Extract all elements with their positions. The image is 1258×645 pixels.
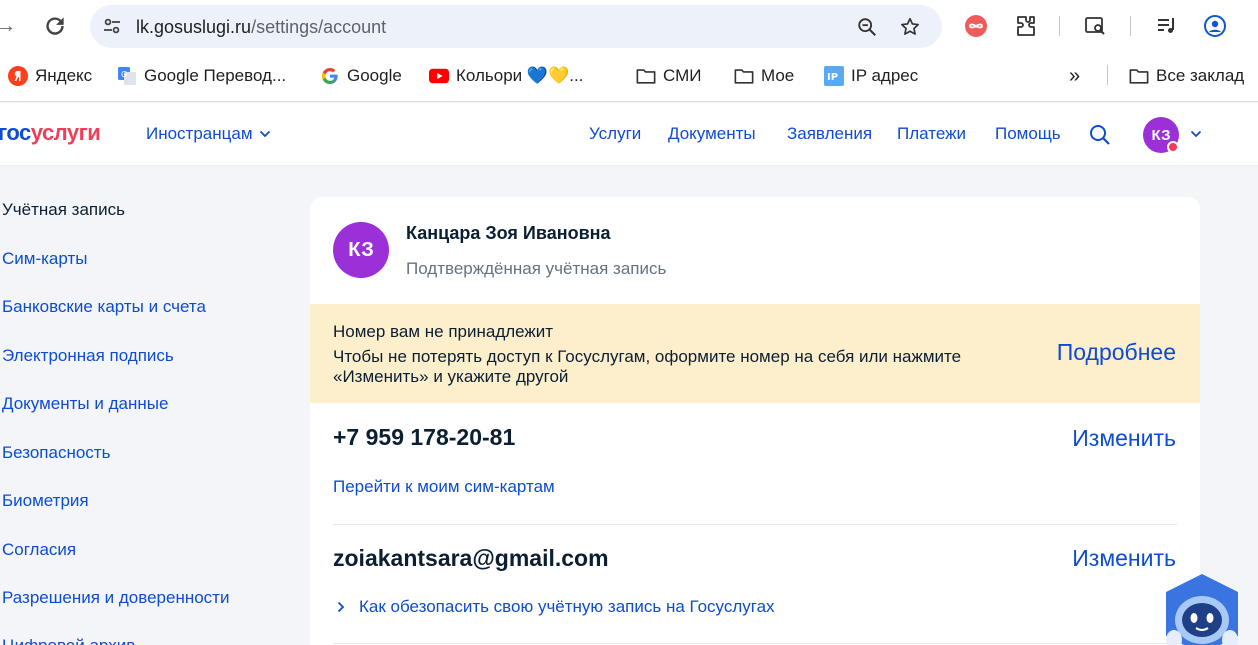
sidebar-item-permissions[interactable]: Разрешения и доверенности <box>2 588 229 608</box>
bookmark-yandex[interactable]: Яндекс <box>8 65 92 87</box>
logo-part-uslugi: услуги <box>30 120 101 145</box>
svg-text:G: G <box>121 70 127 79</box>
account-avatar: КЗ <box>333 222 389 278</box>
extensions-puzzle-icon[interactable] <box>1013 14 1037 38</box>
ip-icon: IP <box>824 66 844 86</box>
divider <box>333 524 1177 525</box>
sidebar-item-security[interactable]: Безопасность <box>2 443 110 463</box>
user-full-name: Канцара Зоя Ивановна <box>406 223 611 243</box>
chevron-down-icon[interactable] <box>1190 130 1202 138</box>
browser-chrome: → lk.gosuslugi.ru/settings/account Яндек… <box>0 0 1258 102</box>
logo-part-gos: гос <box>0 120 31 145</box>
more-bookmarks-label: » <box>1069 64 1081 87</box>
sidebar-item-biometrics[interactable]: Биометрия <box>2 491 89 511</box>
bookmark-folder-smi[interactable]: СМИ <box>636 65 701 87</box>
security-tips-label: Как обезопасить свою учётную запись на Г… <box>359 597 775 616</box>
bookmark-label: Google Перевод... <box>144 66 287 85</box>
zoom-icon[interactable] <box>856 16 878 38</box>
bookmark-google[interactable]: Google <box>320 65 402 87</box>
bookmark-ip-address[interactable]: IP IP адрес <box>824 65 918 87</box>
bookmark-label: IP адрес <box>851 66 919 85</box>
bookmark-label: Google <box>347 66 402 85</box>
bookmark-kolori[interactable]: Кольори 💙💛... <box>429 65 583 87</box>
nav-applications[interactable]: Заявления <box>787 124 872 144</box>
site-header: госуслуги Иностранцам Услуги Документы З… <box>0 103 1258 166</box>
folder-icon <box>636 66 656 86</box>
change-phone-button[interactable]: Изменить <box>1072 425 1176 452</box>
reload-icon[interactable] <box>42 13 68 39</box>
sidebar-item-bank-cards[interactable]: Банковские карты и счета <box>2 297 206 317</box>
address-bar[interactable]: lk.gosuslugi.ru/settings/account <box>90 5 942 48</box>
notification-dot <box>1167 141 1179 153</box>
url-path: /settings/account <box>251 17 387 37</box>
reading-mode-icon[interactable] <box>1083 14 1107 38</box>
toolbar-divider <box>1059 16 1060 36</box>
chevron-down-icon <box>259 130 270 138</box>
warning-more-link[interactable]: Подробнее <box>1057 339 1176 366</box>
sidebar-item-consents[interactable]: Согласия <box>2 540 76 560</box>
bookmark-star-icon[interactable] <box>899 16 921 38</box>
svg-text:IP: IP <box>827 72 838 83</box>
bookmarks-divider <box>1107 65 1108 85</box>
extension-infinity-icon[interactable] <box>964 14 988 38</box>
email-address: zoiakantsara@gmail.com <box>333 545 609 571</box>
nav-payments[interactable]: Платежи <box>897 124 966 144</box>
phone-number: +7 959 178-20-81 <box>333 424 516 450</box>
more-bookmarks-button[interactable]: » <box>1069 65 1080 87</box>
divider <box>333 643 1177 644</box>
google-icon <box>320 66 340 86</box>
bookmark-all-folder[interactable]: Все заклад <box>1129 65 1244 87</box>
url-host: lk.gosuslugi.ru <box>136 17 252 37</box>
account-card: КЗ Канцара Зоя Ивановна Подтверждённая у… <box>310 197 1200 645</box>
chevron-right-icon <box>337 601 345 613</box>
toolbar-divider <box>1130 16 1131 36</box>
bookmarks-bar: Яндекс G Google Перевод... Google Кольор… <box>0 52 1258 100</box>
warning-title: Номер вам не принадлежит <box>333 322 554 341</box>
youtube-icon <box>429 66 449 86</box>
site-info-icon[interactable] <box>102 16 122 36</box>
sidebar-item-e-signature[interactable]: Электронная подпись <box>2 346 174 366</box>
change-email-button[interactable]: Изменить <box>1072 545 1176 572</box>
sidebar-item-documents[interactable]: Документы и данные <box>2 394 168 414</box>
bookmark-label: Яндекс <box>35 66 93 85</box>
foreigners-label: Иностранцам <box>146 124 253 143</box>
nav-documents[interactable]: Документы <box>668 124 756 144</box>
sidebar-item-digital-archive[interactable]: Цифровой архив <box>2 636 135 645</box>
forward-icon[interactable]: → <box>0 15 16 38</box>
google-translate-icon: G <box>117 66 137 86</box>
profile-icon[interactable] <box>1203 14 1227 38</box>
folder-icon <box>734 66 754 86</box>
bookmark-folder-moe[interactable]: Мое <box>734 65 794 87</box>
url-text[interactable]: lk.gosuslugi.ru/settings/account <box>136 17 386 38</box>
bookmark-label: Мое <box>761 66 795 85</box>
bookmark-label: СМИ <box>663 66 702 85</box>
phone-warning-banner: Номер вам не принадлежит Чтобы не потеря… <box>310 304 1200 403</box>
assistant-robot-icon[interactable] <box>1160 572 1244 645</box>
media-control-icon[interactable] <box>1155 14 1179 38</box>
yandex-icon <box>8 66 28 86</box>
warning-text: Чтобы не потерять доступ к Госуслугам, о… <box>333 347 962 386</box>
search-icon[interactable] <box>1088 123 1112 147</box>
address-row: → lk.gosuslugi.ru/settings/account <box>0 0 1258 52</box>
folder-icon <box>1129 66 1149 86</box>
foreigners-menu[interactable]: Иностранцам <box>146 124 271 144</box>
sidebar-item-sim-cards[interactable]: Сим-карты <box>2 249 87 269</box>
bookmark-label: Кольори 💙💛... <box>456 66 584 85</box>
sim-cards-link[interactable]: Перейти к моим сим-картам <box>333 477 555 497</box>
sidebar-item-account[interactable]: Учётная запись <box>2 200 125 220</box>
security-tips-link[interactable]: Как обезопасить свою учётную запись на Г… <box>337 597 775 617</box>
bookmark-google-translate[interactable]: G Google Перевод... <box>117 65 286 87</box>
nav-services[interactable]: Услуги <box>589 124 641 144</box>
account-status: Подтверждённая учётная запись <box>406 259 667 278</box>
nav-help[interactable]: Помощь <box>995 124 1061 144</box>
bookmark-label: Все заклад <box>1156 66 1245 85</box>
gosuslugi-logo[interactable]: госуслуги <box>0 120 101 146</box>
